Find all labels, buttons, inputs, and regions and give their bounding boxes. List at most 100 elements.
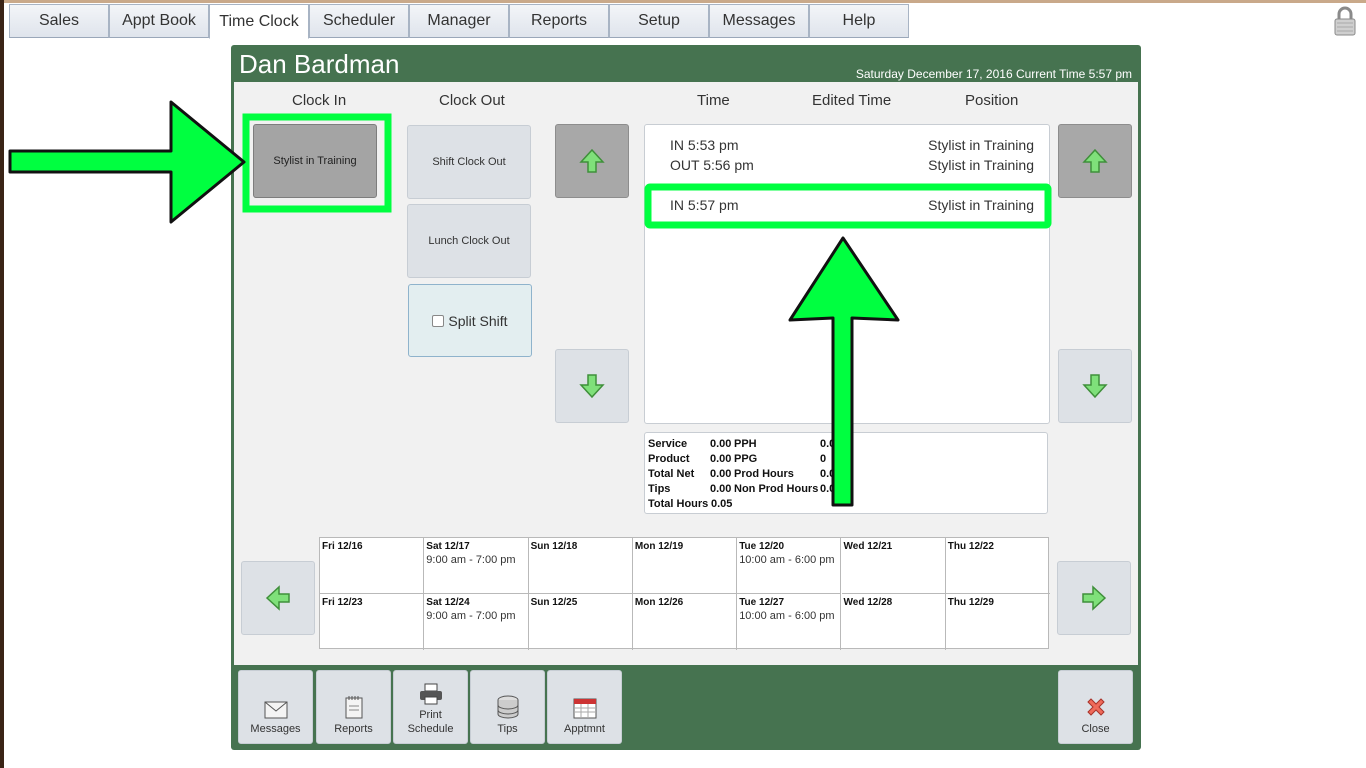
- schedule-day-date: Mon 12/26: [634, 597, 684, 608]
- schedule-grid: Fri 12/16 Sat 12/17 9:00 am - 7:00 pm Sun…: [319, 537, 1051, 650]
- schedule-day[interactable]: Tue 12/20 10:00 am - 6:00 pm: [737, 538, 842, 594]
- employee-name: Dan Bardman: [239, 49, 400, 79]
- arrow-up-icon: [1082, 148, 1108, 173]
- punch-scroll-up-button[interactable]: [555, 124, 629, 198]
- current-date-time: Saturday December 17, 2016 Current Time …: [855, 67, 1132, 81]
- tab-scheduler[interactable]: Scheduler: [309, 4, 409, 38]
- stat-pph-label: PPH: [734, 438, 757, 450]
- tab-reports[interactable]: Reports: [509, 4, 609, 38]
- arrow-left-icon: [265, 585, 290, 611]
- schedule-day-date: Tue 12/20: [739, 541, 785, 552]
- appointment-button[interactable]: Apptmnt: [547, 670, 622, 744]
- envelope-icon: [264, 701, 287, 719]
- split-shift-toggle[interactable]: Split Shift: [408, 284, 532, 357]
- punch-row-selected[interactable]: IN 5:57 pm Stylist in Training: [670, 197, 1034, 213]
- schedule-day-date: Sat 12/24: [426, 597, 470, 608]
- punch-position: Stylist in Training: [928, 157, 1034, 173]
- schedule-day-shift: 10:00 am - 6:00 pm: [739, 610, 835, 622]
- punch-position: Stylist in Training: [928, 137, 1034, 153]
- appointment-label: Apptmnt: [564, 723, 605, 735]
- reports-button[interactable]: Reports: [316, 670, 391, 744]
- stat-total-hours-value: 0.05: [711, 498, 733, 510]
- clock-in-stylist-in-training-button[interactable]: Stylist in Training: [253, 124, 377, 198]
- schedule-day[interactable]: Wed 12/21: [841, 538, 946, 594]
- stat-ppg-value: 0: [820, 453, 827, 465]
- lunch-clock-out-button[interactable]: Lunch Clock Out: [407, 204, 531, 278]
- tab-sales[interactable]: Sales: [9, 4, 109, 38]
- schedule-day[interactable]: Fri 12/23: [320, 594, 425, 650]
- split-shift-label: Split Shift: [448, 312, 508, 329]
- tab-appt-book[interactable]: Appt Book: [109, 4, 209, 38]
- stat-non-prod-hours-value: 0.0: [820, 483, 836, 495]
- schedule-day-date: Thu 12/22: [947, 541, 994, 552]
- messages-button[interactable]: Messages: [238, 670, 313, 744]
- print-schedule-button[interactable]: Print Schedule: [393, 670, 468, 744]
- time-clock-panel: Dan Bardman Saturday December 17, 2016 C…: [231, 45, 1141, 750]
- punch-row[interactable]: IN 5:53 pm Stylist in Training: [670, 137, 1034, 153]
- report-icon: [345, 696, 362, 719]
- schedule-day[interactable]: Wed 12/28: [842, 594, 946, 650]
- punch-list: IN 5:53 pm Stylist in Training OUT 5:56 …: [644, 124, 1050, 424]
- close-button[interactable]: Close: [1058, 670, 1133, 744]
- arrow-down-icon: [579, 374, 605, 399]
- close-icon: [1086, 698, 1105, 716]
- schedule-day[interactable]: Sun 12/18: [528, 538, 633, 594]
- punch-row[interactable]: OUT 5:56 pm Stylist in Training: [670, 157, 1034, 173]
- previous-week-button[interactable]: [241, 561, 315, 635]
- tab-help[interactable]: Help: [809, 4, 909, 38]
- time-clock-content: Clock In Clock Out Time Edited Time Posi…: [234, 82, 1138, 665]
- reports-label: Reports: [334, 723, 373, 735]
- stat-total-hours-label: Total Hours: [648, 498, 709, 510]
- schedule-day-date: Fri 12/16: [322, 541, 363, 552]
- stat-tips-value: 0.00: [710, 483, 732, 495]
- schedule-day[interactable]: Mon 12/26: [633, 594, 738, 650]
- schedule-day-date: Thu 12/29: [947, 597, 994, 608]
- schedule-day-date: Sun 12/18: [530, 541, 578, 552]
- schedule-day[interactable]: Mon 12/19: [632, 538, 738, 594]
- stat-product-value: 0.00: [710, 453, 732, 465]
- schedule-day[interactable]: Sat 12/24 9:00 am - 7:00 pm: [424, 594, 529, 650]
- tab-setup[interactable]: Setup: [609, 4, 709, 38]
- arrow-up-icon: [579, 148, 605, 173]
- coin-stack-icon: [497, 695, 518, 719]
- top-edge: [0, 0, 1366, 3]
- schedule-day[interactable]: Thu 12/22: [945, 538, 1051, 594]
- position-scroll-up-button[interactable]: [1058, 124, 1132, 198]
- print-schedule-label-2: Schedule: [407, 723, 454, 735]
- print-schedule-label-1: Print: [419, 709, 442, 721]
- tips-button[interactable]: Tips: [470, 670, 545, 744]
- next-week-button[interactable]: [1057, 561, 1131, 635]
- schedule-day[interactable]: Tue 12/27 10:00 am - 6:00 pm: [737, 594, 842, 650]
- lock-icon[interactable]: [1333, 6, 1357, 36]
- schedule-day[interactable]: Thu 12/29: [946, 594, 1050, 650]
- schedule-day[interactable]: Fri 12/16: [320, 538, 425, 594]
- position-scroll-down-button[interactable]: [1058, 349, 1132, 423]
- punch-scroll-down-button[interactable]: [555, 349, 629, 423]
- stat-pph-value: 0.0: [820, 438, 836, 450]
- close-label: Close: [1081, 723, 1110, 735]
- stat-ppg-label: PPG: [734, 453, 758, 465]
- stat-prod-hours-value: 0.0: [820, 468, 836, 480]
- punch-position: Stylist in Training: [928, 197, 1034, 213]
- split-shift-checkbox[interactable]: [432, 314, 445, 327]
- edited-time-header: Edited Time: [812, 92, 892, 109]
- stats-panel: Service 0.00 Product 0.00 Total Net 0.00…: [644, 432, 1048, 514]
- arrow-right-icon: [1082, 585, 1107, 611]
- position-header: Position: [965, 92, 1019, 109]
- stat-tips-label: Tips: [648, 483, 671, 495]
- tab-time-clock[interactable]: Time Clock: [209, 4, 309, 39]
- schedule-day[interactable]: Sun 12/25: [529, 594, 633, 650]
- messages-label: Messages: [250, 723, 301, 735]
- callout-arrow-right-icon: [8, 100, 246, 224]
- tab-manager[interactable]: Manager: [409, 4, 509, 38]
- stat-total-net-value: 0.00: [710, 468, 732, 480]
- schedule-day[interactable]: Sat 12/17 9:00 am - 7:00 pm: [424, 538, 529, 594]
- main-nav: Sales Appt Book Time Clock Scheduler Man…: [9, 4, 909, 39]
- stat-non-prod-hours-label: Non Prod Hours: [734, 483, 819, 495]
- tab-messages[interactable]: Messages: [709, 4, 809, 38]
- stat-prod-hours-label: Prod Hours: [734, 468, 794, 480]
- shift-clock-out-button[interactable]: Shift Clock Out: [407, 125, 531, 199]
- clock-in-header: Clock In: [292, 92, 347, 109]
- schedule-day-date: Wed 12/21: [843, 541, 893, 552]
- schedule-day-shift: 9:00 am - 7:00 pm: [426, 610, 516, 622]
